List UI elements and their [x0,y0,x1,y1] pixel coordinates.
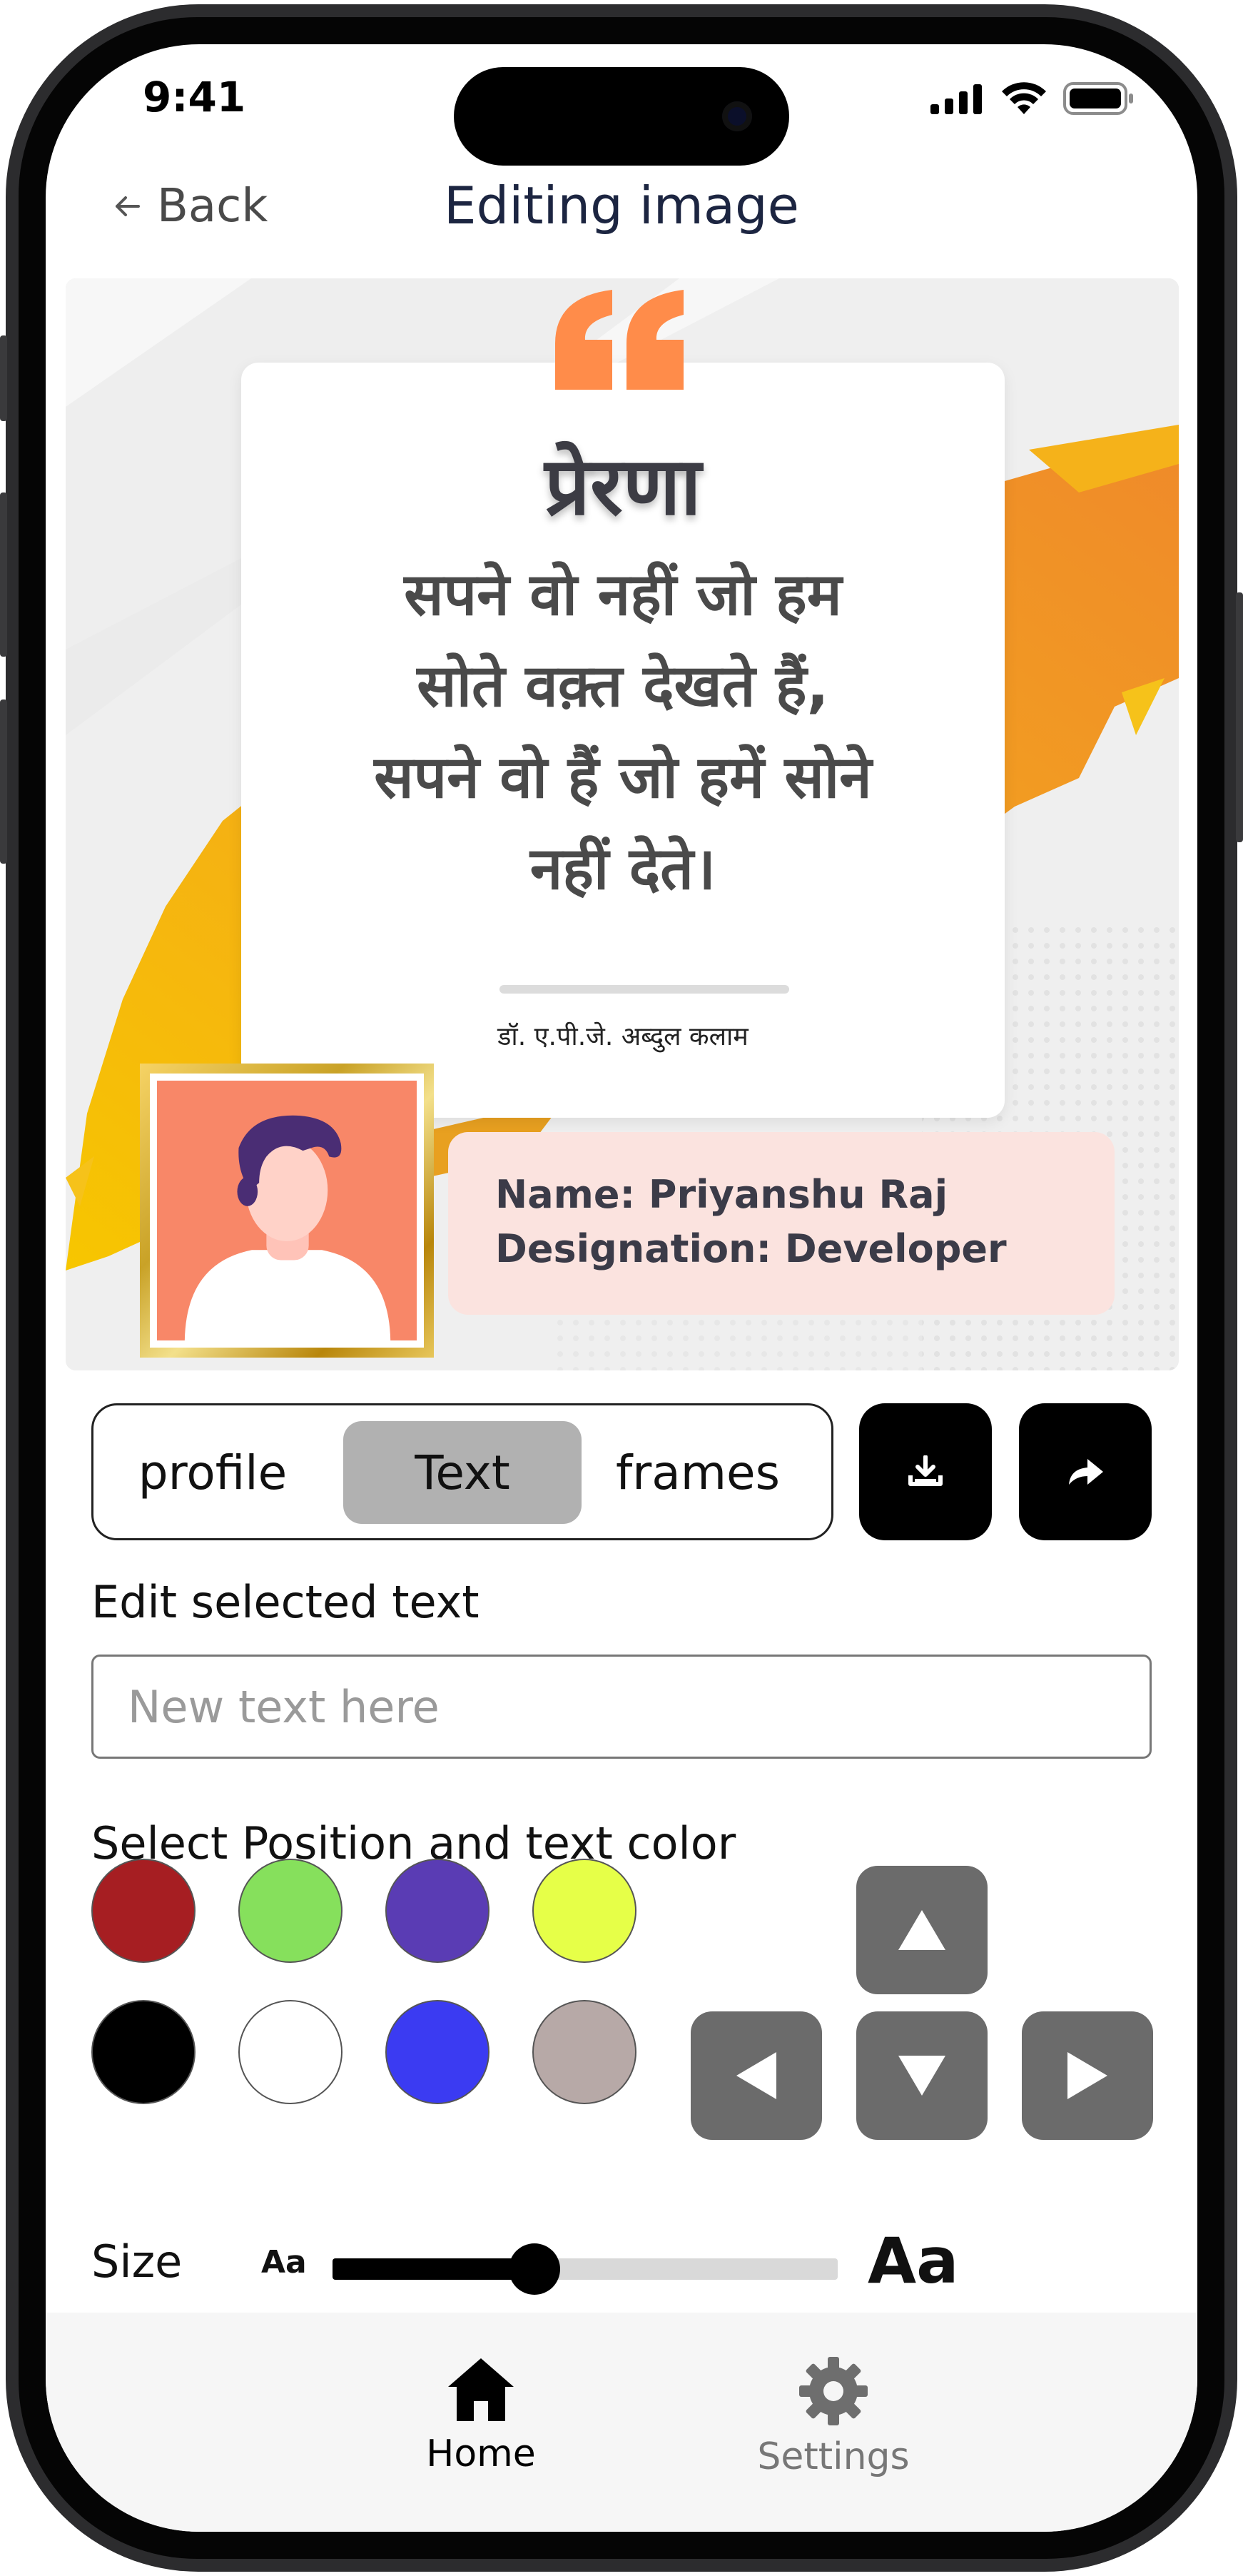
download-button[interactable] [859,1403,992,1540]
share-button[interactable] [1019,1403,1152,1540]
move-up-button[interactable] [856,1866,988,1994]
triangle-down-icon [898,2056,945,2096]
avatar [157,1081,417,1340]
phone-frame: 9:41 Back Editing image प्रेरणा सपने वो … [0,0,1243,2576]
color-swatch[interactable] [238,2000,343,2104]
quote-mark-icon [555,290,684,390]
size-large-label: Aa [868,2224,959,2298]
wifi-icon [1002,82,1046,114]
position-color-label: Select Position and text color [91,1817,736,1869]
move-right-button[interactable] [1022,2011,1153,2140]
color-swatch[interactable] [532,1859,636,1963]
color-swatch[interactable] [385,2000,489,2104]
profile-frame[interactable] [140,1064,434,1358]
edit-text-label: Edit selected text [91,1576,480,1628]
size-slider-thumb[interactable] [509,2243,561,2295]
size-small-label: Aa [261,2244,307,2280]
tab-settings-nav[interactable]: Settings [741,2355,926,2478]
triangle-right-icon [1067,2052,1107,2099]
volume-up-button [0,493,7,657]
gear-icon [799,2357,868,2425]
tab-settings-label: Settings [757,2435,910,2478]
quote-line: सोते वक़्त देखते हैं, [417,652,829,720]
quote-line: सपने वो नहीं जो हम [404,561,842,629]
color-swatch[interactable] [91,1859,196,1963]
tab-profile[interactable]: profile [93,1421,332,1524]
person-avatar-icon [184,1115,391,1340]
triangle-up-icon [898,1910,945,1950]
color-swatch[interactable] [238,1859,343,1963]
triangle-left-icon [736,2052,776,2099]
size-label: Size [91,2236,183,2288]
tab-home-label: Home [426,2433,536,2475]
status-time: 9:41 [143,73,246,121]
page-title: Editing image [444,176,799,236]
size-slider[interactable] [333,2243,838,2295]
tab-frames[interactable]: frames [579,1421,817,1524]
quote-divider [499,985,789,994]
bottom-tab-bar: Home Settings [46,2313,1197,2532]
name-card[interactable]: Name: Priyanshu Raj Designation: Develop… [448,1132,1115,1315]
status-icons [930,81,1135,116]
quote-author[interactable]: डॉ. ए.पी.जे. अब्दुल कलाम [241,1018,1005,1053]
image-preview[interactable]: प्रेरणा सपने वो नहीं जो हम सोते वक़्त दे… [66,278,1179,1370]
quote-text[interactable]: सपने वो नहीं जो हम सोते वक़्त देखते हैं,… [298,550,948,915]
camera-icon [722,101,752,131]
name-text: Name: Priyanshu Raj [495,1172,948,1217]
cellular-signal-icon [930,84,982,114]
quote-line: नहीं देते। [529,835,716,903]
tab-text[interactable]: Text [343,1421,582,1524]
tab-home[interactable]: Home [388,2355,574,2475]
home-icon [448,2358,514,2421]
dynamic-island [454,67,789,166]
color-swatch[interactable] [91,2000,196,2104]
editor-mode-tabs: profile Text frames [91,1403,833,1540]
download-icon [908,1455,943,1486]
move-left-button[interactable] [691,2011,822,2140]
power-button [1236,592,1243,842]
action-button [0,335,7,421]
app-screen: 9:41 Back Editing image प्रेरणा सपने वो … [46,44,1197,2532]
color-swatch[interactable] [532,2000,636,2104]
battery-icon [1063,82,1133,115]
move-down-button[interactable] [856,2011,988,2140]
quote-line: सपने वो हैं जो हमें सोने [374,744,872,812]
quote-heading[interactable]: प्रेरणा [241,428,1005,537]
volume-down-button [0,699,7,864]
size-slider-fill [333,2258,535,2280]
color-swatch[interactable] [385,1859,489,1963]
share-icon [1069,1459,1103,1485]
designation-text: Designation: Developer [495,1226,1007,1271]
text-input[interactable] [91,1655,1152,1759]
